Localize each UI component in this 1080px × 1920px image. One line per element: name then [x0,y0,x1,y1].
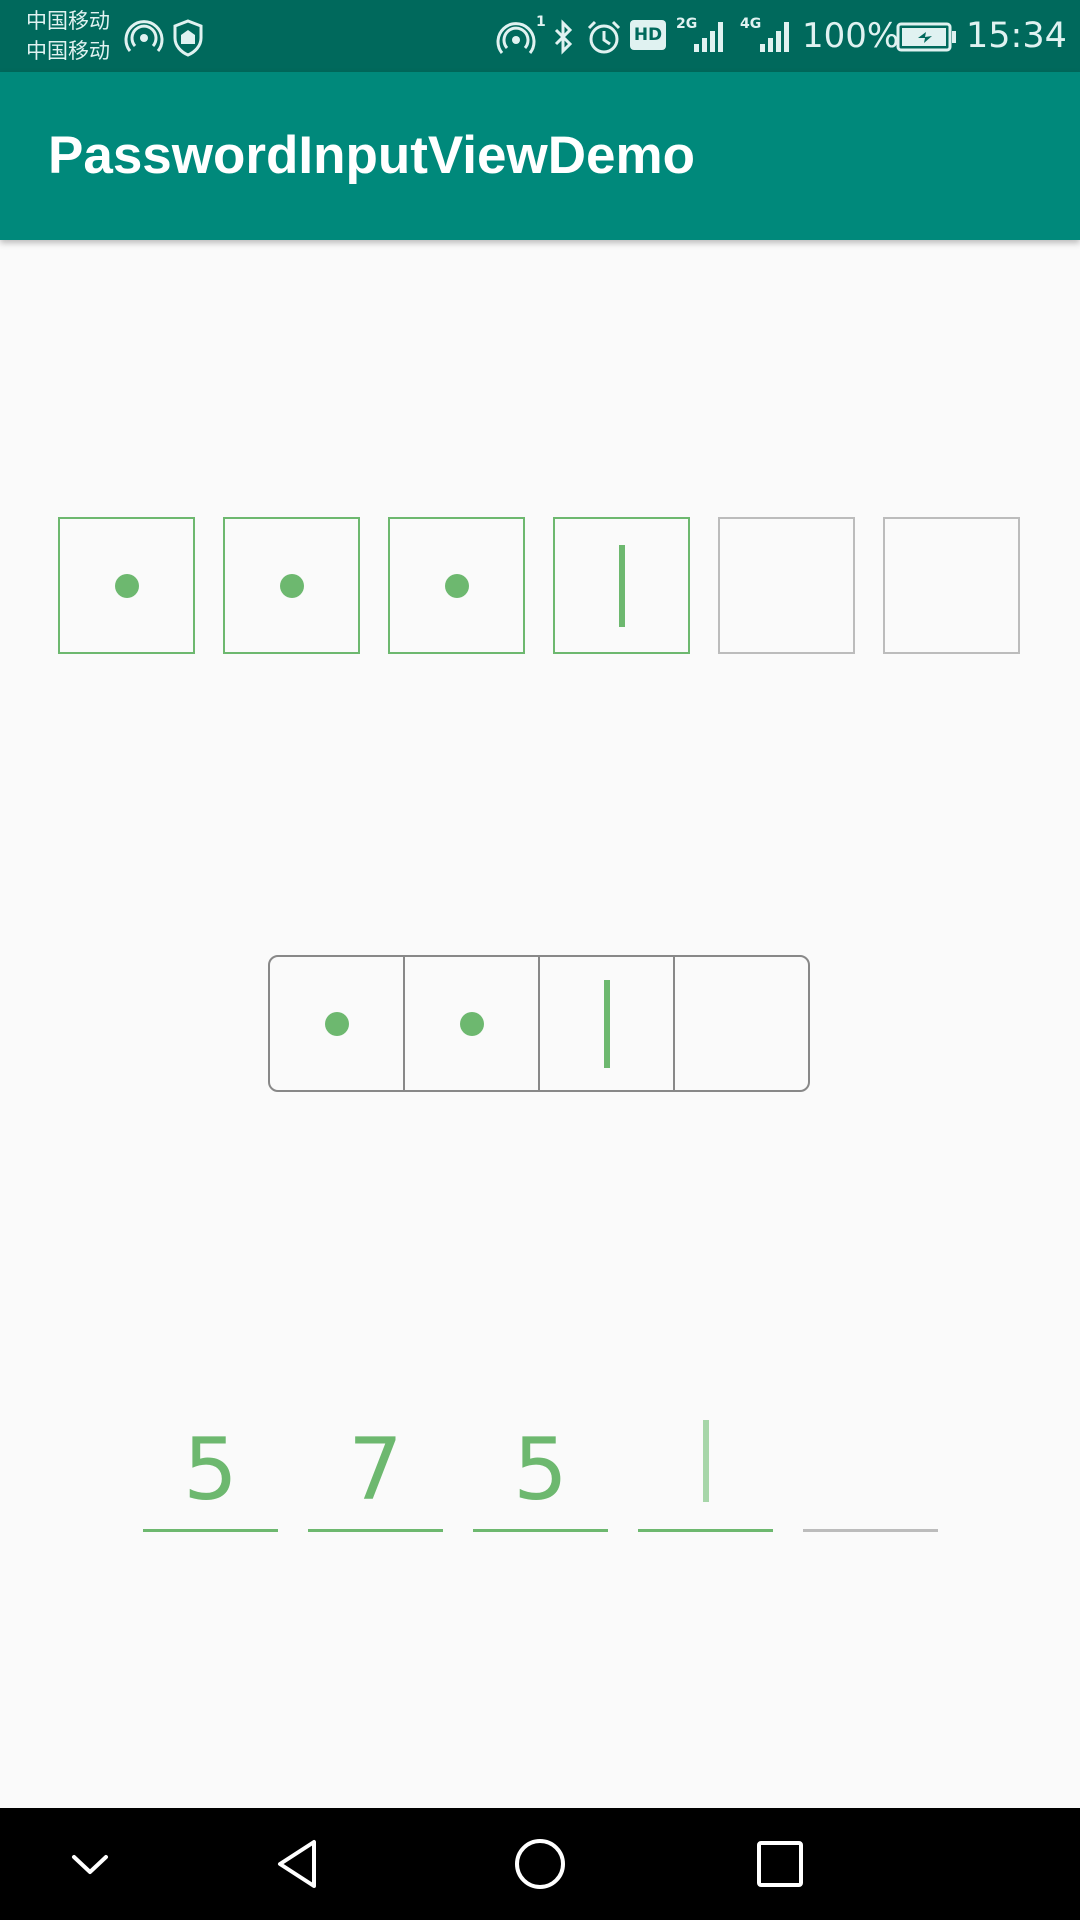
hd-badge-label: HD [633,25,663,45]
shield-icon [173,19,203,57]
digit-cell[interactable] [803,1400,938,1532]
password-dot [459,1011,484,1036]
digit-cell[interactable] [638,1400,773,1532]
hd-badge-icon: HD [630,20,666,50]
password-box[interactable] [388,517,525,654]
chevron-down-icon[interactable] [60,1834,120,1894]
signal-icon [694,22,723,52]
password-box[interactable] [718,517,855,654]
digit-text: 5 [513,1420,568,1520]
password-dot [279,573,304,598]
text-cursor [618,544,625,627]
password-cell[interactable] [538,957,673,1090]
digit-cell[interactable]: 5 [473,1400,608,1532]
navigation-bar [0,1808,1080,1920]
password-box[interactable] [58,517,195,654]
password-box[interactable] [883,517,1020,654]
home-circle-icon[interactable] [510,1834,570,1894]
digit-underline [143,1529,278,1532]
battery-charging-icon [896,22,956,52]
digit-underline [638,1529,773,1532]
carrier-labels: 中国移动 中国移动 [26,6,110,66]
digit-underline [308,1529,443,1532]
digit-cell[interactable]: 7 [308,1400,443,1532]
bluetooth-icon [554,19,573,55]
digit-text: 5 [183,1420,238,1520]
digit-underline [803,1529,938,1532]
password-dot [444,573,469,598]
alarm-icon [587,20,621,54]
text-cursor [603,979,610,1068]
back-triangle-icon[interactable] [270,1834,330,1894]
password-dot [114,573,139,598]
clock: 15:34 [966,16,1067,56]
digit-underline [473,1529,608,1532]
hotspot-icon [496,22,536,54]
hotspot-count: 1 [536,14,546,30]
hotspot-icon [124,20,164,52]
password-cell[interactable] [403,957,538,1090]
recents-square-icon[interactable] [750,1834,810,1894]
app-bar: PasswordInputViewDemo [0,72,1080,240]
carrier-1-label: 中国移动 [26,9,110,33]
password-cell[interactable] [673,957,808,1090]
password-dot [324,1011,349,1036]
carrier-2-label: 中国移动 [26,39,110,63]
battery-percent: 100% [802,16,900,56]
digit-cell[interactable]: 5 [143,1400,278,1532]
status-bar: 中国移动 中国移动 1 HD 2G 4G 100% 15:34 [0,0,1080,72]
password-input-group[interactable] [268,955,810,1092]
digit-text: 7 [348,1420,403,1520]
text-cursor [702,1420,709,1502]
signal-icon [760,22,789,52]
page-title: PasswordInputViewDemo [48,126,695,185]
password-box[interactable] [553,517,690,654]
password-cell[interactable] [270,957,403,1090]
password-box[interactable] [223,517,360,654]
